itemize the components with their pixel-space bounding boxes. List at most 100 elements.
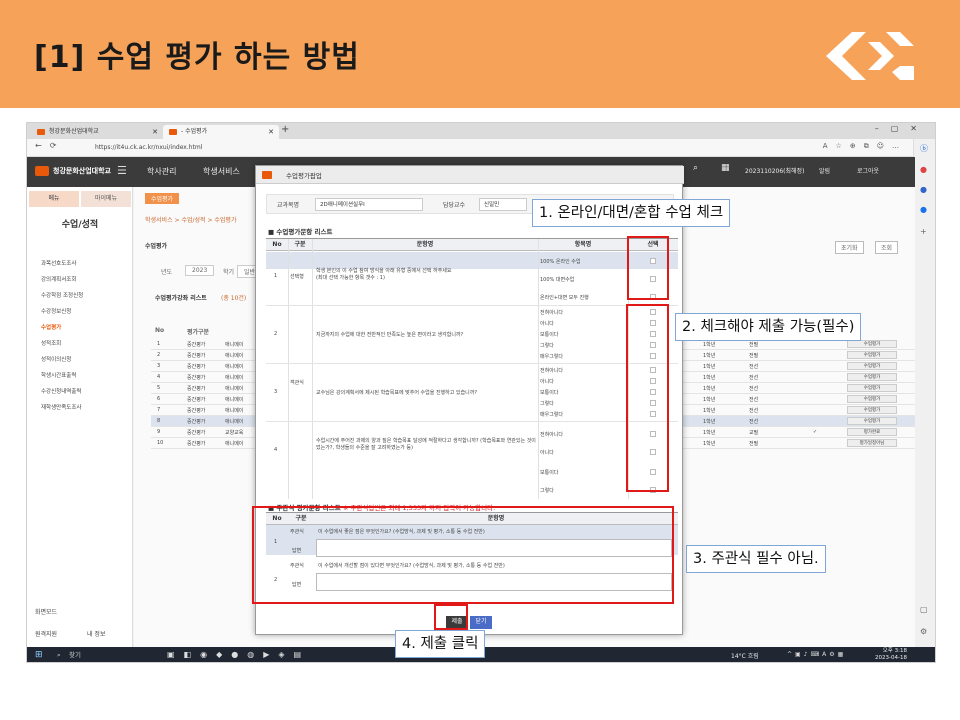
panel-icon[interactable]: ▢ <box>920 605 928 614</box>
taskbar-search[interactable]: ⌕ 찾기 <box>55 649 155 662</box>
q2-option: 아니다 <box>540 321 554 327</box>
browser-toolbar-icons[interactable]: A☆⊕⧉☺… <box>823 142 907 151</box>
col-question: 문항명 <box>312 239 538 251</box>
search-icon: ⌕ <box>57 651 61 659</box>
q1-option-hybrid: 온라인+대면 모두 진행 <box>540 295 589 301</box>
alarm-link[interactable]: 알림 <box>819 166 830 175</box>
q1-group: 선택형 <box>290 274 304 280</box>
popup-title: 수업평가팝업 <box>286 172 322 180</box>
outlook-icon[interactable]: ● <box>920 205 927 214</box>
col-type: 구분 <box>288 239 312 251</box>
tab-mymenu[interactable]: 마이메뉴 <box>81 191 131 207</box>
q2-no: 2 <box>274 331 278 337</box>
popup-header: 수업평가팝업 <box>256 166 684 184</box>
search-icon[interactable]: ⌕ <box>693 163 698 173</box>
sidebar-item[interactable]: 수강학점 조정신청 <box>41 291 83 299</box>
system-tray-icons[interactable]: ^▣♪⌨A⚙▦ <box>787 651 846 658</box>
url-field[interactable]: https://it4u.ck.ac.kr/nxui/index.html <box>89 141 789 154</box>
slide-title: [1] 수업 평가 하는 방법 <box>34 40 360 75</box>
taskbar-app-icons[interactable]: ▣◧◉◆●◍▶◈▤ <box>167 650 310 659</box>
callout-2: 2. 체크해야 제출 가능(필수) <box>675 313 862 341</box>
question-table: No 구분 문항명 항목명 선택 1 선택형 학생 본인의 이 수업 참여 방식… <box>266 238 678 499</box>
hamburger-icon[interactable]: ☰ <box>117 164 127 177</box>
sidebar-item[interactable]: 성적조회 <box>41 339 61 347</box>
site-name: 청강문화산업대학교 <box>53 167 111 175</box>
sidebar-item[interactable]: 강의계획서조회 <box>41 275 76 283</box>
close-button[interactable]: 닫기 <box>470 616 492 629</box>
logout-link[interactable]: 로그아웃 <box>857 166 879 175</box>
my-info-button[interactable]: 내 정보 <box>87 629 105 638</box>
sidebar-item-class-eval[interactable]: 수업평가 <box>41 323 61 331</box>
grid-icon[interactable]: ▦ <box>721 163 730 173</box>
q2-option: 전혀아니다 <box>540 310 564 316</box>
eval-button[interactable]: 수업평가 <box>847 362 897 370</box>
tools-icon[interactable]: ● <box>920 185 927 194</box>
browser-tab-1[interactable]: 청강문화산업대학교 ✕ <box>31 125 163 139</box>
eval-button[interactable]: 수업평가 <box>847 384 897 392</box>
nav-academic[interactable]: 학사관리 <box>147 166 176 177</box>
browser-tab-2[interactable]: - 수업평가 ✕ <box>163 125 279 139</box>
highlight-box-q1 <box>627 236 669 300</box>
shopping-icon[interactable]: ● <box>920 165 927 174</box>
q3-no: 3 <box>274 389 278 395</box>
windows-start-icon[interactable]: ⊞ <box>35 650 43 660</box>
page-title: 수업평가 <box>145 243 168 250</box>
eval-button[interactable]: 수업평가 <box>847 351 897 359</box>
sidebar-item[interactable]: 학생시간표출력 <box>41 371 76 379</box>
sidebar-item[interactable]: 수강정보신청 <box>41 307 71 315</box>
window-controls[interactable]: –▢✕ <box>875 124 929 133</box>
sidebar-item[interactable]: 성적이의신청 <box>41 355 71 363</box>
q3-option: 매우그렇다 <box>540 412 564 418</box>
callout-4: 4. 제출 클릭 <box>395 630 486 658</box>
year-label: 년도 <box>161 269 173 276</box>
remote-support-button[interactable]: 원격지원 <box>35 629 57 638</box>
add-icon[interactable]: + <box>920 227 927 236</box>
professor-field: 신일민 <box>479 198 527 211</box>
eval-button[interactable]: 수업평가 <box>847 340 897 348</box>
q1-text: 학생 본인의 이 수업 참여 방식을 아래 유형 중에서 선택 하주세요 <box>316 268 452 274</box>
favicon-icon <box>37 129 45 135</box>
eval-button[interactable]: 수업평가 <box>847 373 897 381</box>
eval-not-scheduled[interactable]: 평가일정아님 <box>847 439 897 447</box>
sidebar-item[interactable]: 과목선호도조사 <box>41 259 76 267</box>
close-icon[interactable]: ✕ <box>268 125 274 139</box>
nav-student-service[interactable]: 학생서비스 <box>203 166 240 177</box>
menu-section-title: 수업/성적 <box>61 220 99 230</box>
objective-section-title: ■ 수업평가문항 리스트 <box>268 228 333 236</box>
q4-option: 보통이다 <box>540 470 559 476</box>
callout-3: 3. 주관식 필수 아님. <box>686 545 826 573</box>
q2-option: 그렇다 <box>540 343 554 349</box>
highlight-box-submit <box>434 604 468 630</box>
callout-1: 1. 온라인/대면/혼합 수업 체크 <box>532 199 731 227</box>
tab-title: 청강문화산업대학교 <box>49 128 99 135</box>
eval-button[interactable]: 수업평가 <box>847 406 897 414</box>
q4-option: 전혀아니다 <box>540 432 564 438</box>
q2-text: 지금까지의 수업에 대한 전반적인 만족도는 높은 편이라고 생각합니까? <box>316 332 464 338</box>
col-no: No <box>155 327 165 334</box>
settings-icon[interactable]: ⚙ <box>920 627 927 636</box>
new-tab-icon[interactable]: + <box>281 124 289 135</box>
col-item: 항목명 <box>538 239 628 251</box>
eval-button[interactable]: 수업평가 <box>847 395 897 403</box>
bing-icon[interactable]: ⓑ <box>920 143 928 154</box>
popup-logo-icon <box>262 171 272 179</box>
nav-buttons[interactable]: ←⟳ <box>35 141 64 150</box>
tab-menu[interactable]: 메뉴 <box>29 191 79 207</box>
content-tab[interactable]: 수업평가 <box>145 193 180 204</box>
site-logo-icon <box>35 166 49 176</box>
reset-button[interactable]: 초기화 <box>835 241 864 254</box>
user-name[interactable]: 2023110206(최해정) <box>745 166 804 175</box>
search-button[interactable]: 조회 <box>875 241 899 254</box>
close-icon[interactable]: ✕ <box>152 125 158 139</box>
taskbar-clock[interactable]: 오후 3:18 2023-04-18 <box>875 648 907 662</box>
year-select[interactable]: 2023 <box>185 265 215 276</box>
q4-no: 4 <box>274 447 278 453</box>
screen-mode-button[interactable]: 화면모드 <box>35 607 57 616</box>
sidebar-item[interactable]: 재학생만족도조사 <box>41 403 81 411</box>
sidebar-item[interactable]: 수강신청내역출력 <box>41 387 81 395</box>
left-panel: 메뉴 마이메뉴 수업/성적 과목선호도조사 강의계획서조회 수강학점 조정신청 … <box>27 187 133 647</box>
weather-widget[interactable]: 14°C 흐림 <box>731 651 759 660</box>
eval-button[interactable]: 수업평가 <box>847 417 897 425</box>
q3-option: 보통이다 <box>540 390 559 396</box>
eval-done-button[interactable]: 평가완료 <box>847 428 897 436</box>
